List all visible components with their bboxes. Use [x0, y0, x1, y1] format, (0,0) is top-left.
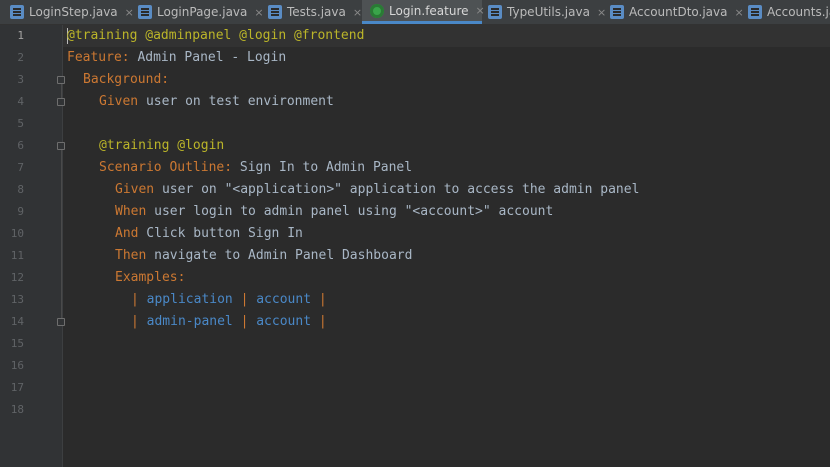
tab-accountdto-java[interactable]: AccountDto.java ×: [610, 0, 744, 24]
close-icon[interactable]: ×: [254, 6, 263, 19]
java-class-icon: [610, 5, 624, 19]
table-pipe: |: [240, 314, 249, 329]
table-pipe: |: [240, 292, 249, 307]
fold-marker-icon[interactable]: [57, 142, 65, 150]
line-number: 16: [10, 359, 24, 372]
fold-end-icon[interactable]: [57, 318, 65, 326]
tag-list: @training @login: [99, 138, 225, 153]
step-text: navigate to Admin Panel Dashboard: [146, 248, 413, 263]
code-line-7: Scenario Outline: Sign In to Admin Panel: [99, 157, 412, 179]
close-icon[interactable]: ×: [597, 6, 606, 19]
fold-guide: [61, 150, 62, 323]
step-text: user on "<application>" application to a…: [154, 182, 640, 197]
feature-keyword: Feature:: [67, 50, 130, 65]
java-class-icon: [138, 5, 152, 19]
code-line-8: Given user on "<application>" applicatio…: [115, 179, 639, 201]
line-number: 1: [17, 29, 24, 42]
step-keyword: When: [115, 204, 147, 219]
line-number: 4: [17, 95, 24, 108]
table-cell: admin-panel: [146, 314, 233, 329]
tab-label: LoginStep.java: [29, 5, 118, 19]
code-line-4: Given user on test environment: [99, 91, 334, 113]
code-line-11: Then navigate to Admin Panel Dashboard: [115, 245, 412, 267]
line-number: 15: [10, 337, 24, 350]
tab-label: TypeUtils.java: [507, 5, 590, 19]
tab-tests-java[interactable]: Tests.java ×: [268, 0, 362, 24]
tab-label: Tests.java: [287, 5, 346, 19]
code-line-1: @training @adminpanel @login @frontend: [67, 25, 364, 47]
fold-end-icon[interactable]: [57, 98, 65, 106]
tab-typeutils-java[interactable]: TypeUtils.java ×: [488, 0, 606, 24]
feature-title: Admin Panel - Login: [129, 50, 287, 65]
step-keyword: Then: [115, 248, 147, 263]
code-line-14: | admin-panel | account |: [131, 311, 327, 333]
java-class-icon: [10, 5, 24, 19]
close-icon[interactable]: ×: [734, 6, 743, 19]
line-number: 13: [10, 293, 24, 306]
editor-tab-bar: LoginStep.java × LoginPage.java × Tests.…: [0, 0, 830, 25]
line-number: 3: [17, 73, 24, 86]
line-number: 9: [17, 205, 24, 218]
line-number: 2: [17, 51, 24, 64]
scenario-outline-keyword: Scenario Outline:: [99, 160, 233, 175]
step-text: user login to admin panel using "<accoun…: [146, 204, 554, 219]
step-keyword: And: [115, 226, 139, 241]
tab-loginstep-java[interactable]: LoginStep.java ×: [10, 0, 134, 24]
table-cell: account: [256, 314, 312, 329]
line-number: 17: [10, 381, 24, 394]
close-icon[interactable]: ×: [125, 6, 134, 19]
step-text: Click button Sign In: [138, 226, 303, 241]
table-pipe: |: [131, 314, 139, 329]
step-text: user on test environment: [138, 94, 334, 109]
code-line-12: Examples:: [115, 267, 185, 289]
background-keyword: Background:: [83, 72, 170, 87]
tab-login-feature[interactable]: Login.feature ×: [362, 0, 485, 24]
table-pipe: |: [131, 292, 139, 307]
line-number: 7: [17, 161, 24, 174]
step-keyword: Given: [99, 94, 139, 109]
tab-label: Login.feature: [389, 3, 469, 18]
line-number: 14: [10, 315, 24, 328]
line-number: 10: [10, 227, 24, 240]
tab-label: LoginPage.java: [157, 5, 248, 19]
tab-accounts-java[interactable]: Accounts.ja: [748, 0, 830, 24]
line-number: 8: [17, 183, 24, 196]
line-number: 12: [10, 271, 24, 284]
code-line-9: When user login to admin panel using "<a…: [115, 201, 553, 223]
code-line-10: And Click button Sign In: [115, 223, 303, 245]
line-number: 6: [17, 139, 24, 152]
code-line-13: | application | account |: [131, 289, 327, 311]
scenario-title: Sign In to Admin Panel: [232, 160, 413, 175]
tab-label: AccountDto.java: [629, 5, 728, 19]
examples-keyword: Examples:: [115, 270, 186, 285]
tab-label: Accounts.ja: [767, 5, 830, 19]
step-keyword: Given: [115, 182, 155, 197]
close-icon[interactable]: ×: [353, 6, 362, 19]
code-line-6: @training @login: [99, 135, 224, 157]
java-class-icon: [488, 5, 502, 19]
fold-marker-icon[interactable]: [57, 76, 65, 84]
cucumber-feature-icon: [370, 3, 384, 18]
table-pipe: |: [318, 292, 327, 307]
tag-list: @training @adminpanel @login @frontend: [67, 28, 365, 43]
table-pipe: |: [318, 314, 327, 329]
table-header-cell: application: [146, 292, 233, 307]
line-number: 5: [17, 117, 24, 130]
java-class-icon: [748, 5, 762, 19]
java-class-icon: [268, 5, 282, 19]
close-icon[interactable]: ×: [476, 4, 485, 17]
table-header-cell: account: [256, 292, 312, 307]
code-line-2: Feature: Admin Panel - Login: [67, 47, 286, 69]
code-line-3: Background:: [83, 69, 169, 91]
line-number: 11: [10, 249, 24, 262]
tab-loginpage-java[interactable]: LoginPage.java ×: [138, 0, 264, 24]
line-number-gutter[interactable]: 1 2 3 4 5 6 7 8 9 10 11 12 13 14 15 16 1…: [0, 25, 65, 467]
line-number: 18: [10, 403, 24, 416]
